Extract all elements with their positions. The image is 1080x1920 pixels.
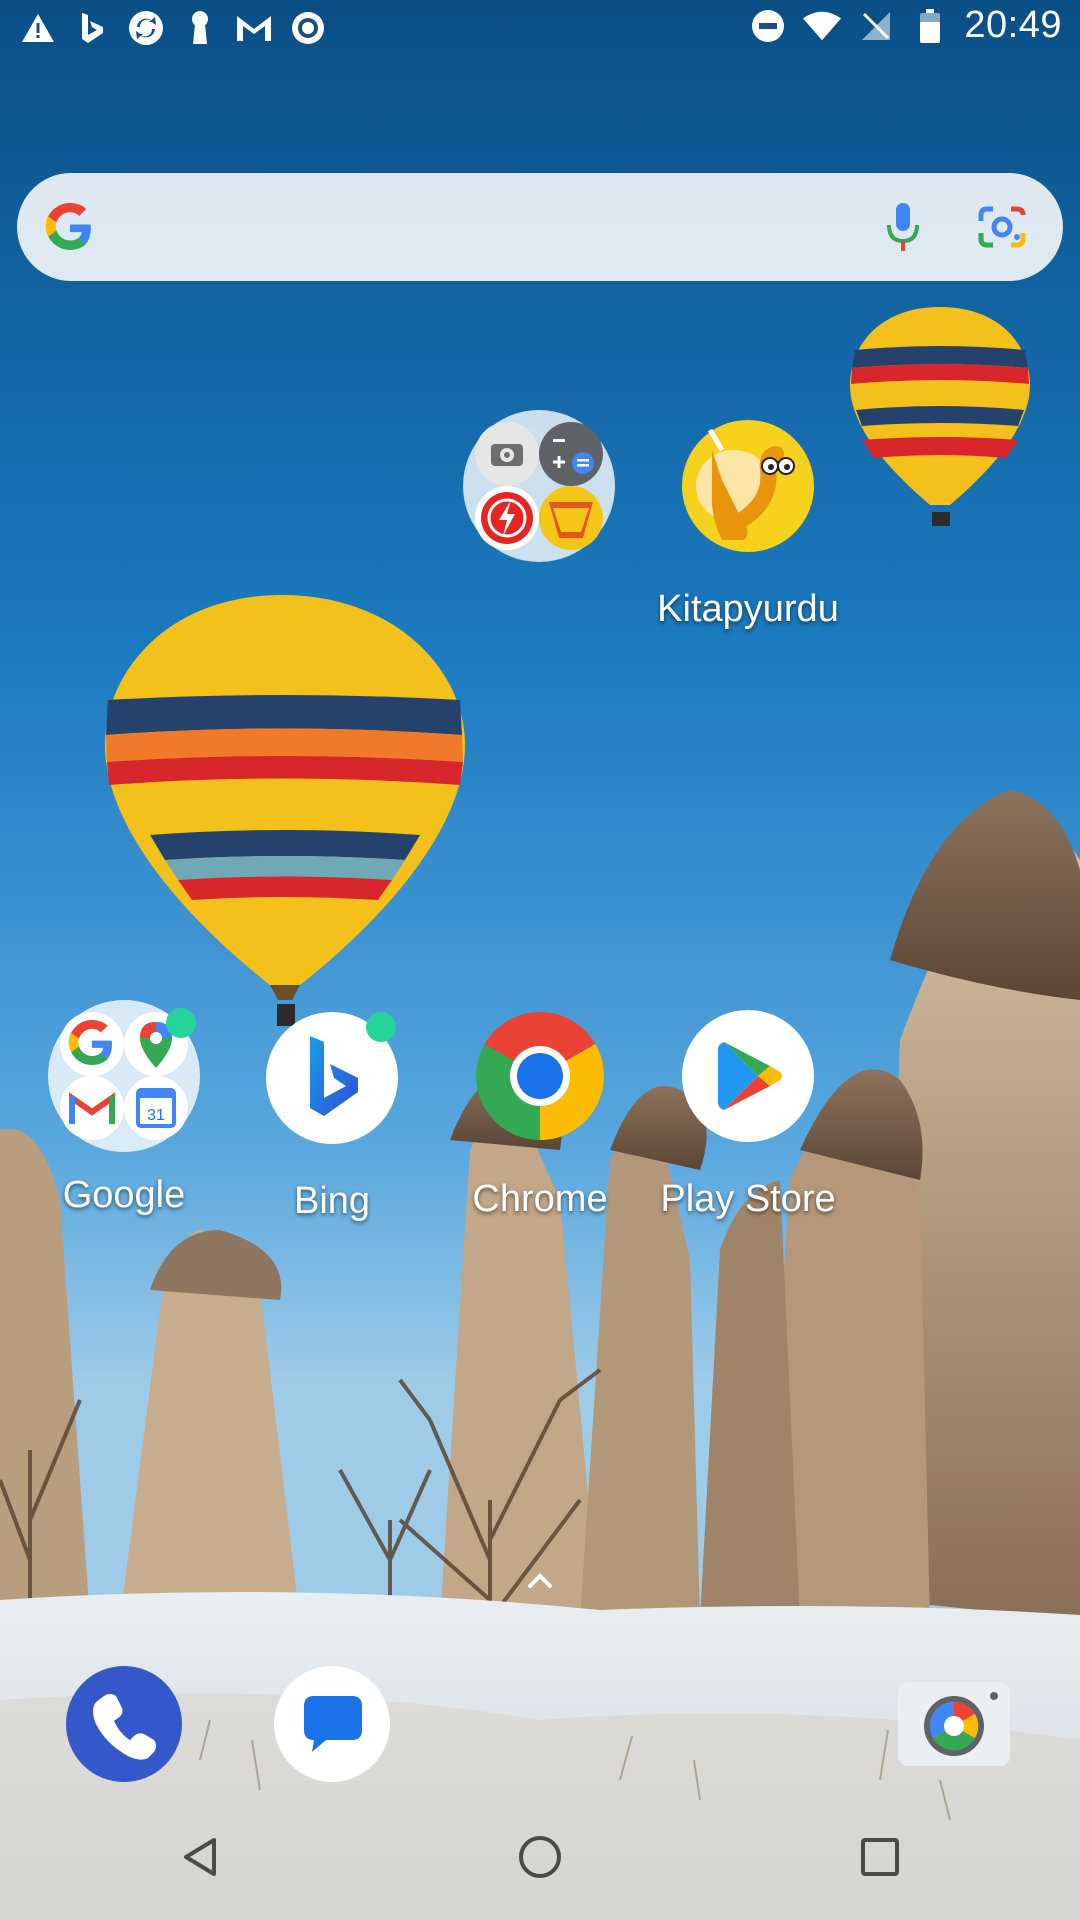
camera-icon[interactable]: [898, 1682, 1010, 1766]
kitapyurdu-label: Kitapyurdu: [657, 588, 839, 630]
kitapyurdu-icon: [682, 420, 814, 552]
tools-folder[interactable]: [463, 410, 615, 562]
dock: [0, 1660, 1080, 1800]
app-play-store[interactable]: Play Store: [648, 1010, 848, 1221]
bing-icon: [72, 8, 112, 48]
calculator-icon: [539, 422, 603, 486]
app-bing[interactable]: Bing: [232, 1012, 432, 1223]
play-store-icon: [682, 1010, 814, 1142]
gmail-mini-icon: [60, 1076, 124, 1140]
calendar-mini-icon: 31: [124, 1076, 188, 1140]
home-circle-icon[interactable]: [515, 1832, 565, 1882]
phone-icon[interactable]: [66, 1666, 182, 1782]
app-kitapyurdu[interactable]: Kitapyurdu: [648, 420, 848, 631]
app-chrome[interactable]: Chrome: [440, 1010, 640, 1221]
wallpaper: [0, 0, 1080, 1920]
svg-text:31: 31: [147, 1107, 165, 1124]
google-folder-label: Google: [62, 1174, 186, 1216]
google-g-icon: [45, 203, 95, 258]
recents-square-icon[interactable]: [855, 1832, 905, 1882]
google-lens-icon[interactable]: [977, 203, 1027, 256]
gmail-icon: [234, 8, 274, 48]
battery-icon: [910, 6, 950, 46]
record-icon: [288, 8, 328, 48]
google-mini-icon: [60, 1012, 124, 1076]
wifi-icon: [802, 6, 842, 46]
recorder-icon: [475, 486, 539, 550]
do-not-disturb-icon: [748, 6, 788, 46]
warning-icon: [18, 8, 58, 48]
navigation-bar: [0, 1810, 1080, 1920]
kitapyurdu-mini-icon: [539, 486, 603, 550]
sync-icon: [126, 8, 166, 48]
settings-icon: [475, 422, 539, 486]
notification-dot: [166, 1008, 196, 1038]
app-drawer-chevron-icon[interactable]: [520, 1568, 560, 1592]
bing-label: Bing: [293, 1180, 371, 1222]
chrome-icon: [474, 1010, 606, 1142]
notification-dot: [366, 1012, 396, 1042]
google-search-bar[interactable]: [17, 173, 1063, 281]
status-bar: 20:49: [0, 0, 1080, 56]
play-store-label: Play Store: [660, 1178, 836, 1220]
messages-icon[interactable]: [274, 1666, 390, 1782]
keyhole-icon: [180, 8, 220, 48]
no-sim-icon: [856, 6, 896, 46]
microphone-icon[interactable]: [885, 201, 921, 258]
google-folder[interactable]: 31 Google: [24, 1000, 224, 1217]
chrome-label: Chrome: [472, 1178, 608, 1220]
clock: 20:49: [964, 4, 1062, 46]
back-triangle-icon[interactable]: [176, 1832, 226, 1882]
